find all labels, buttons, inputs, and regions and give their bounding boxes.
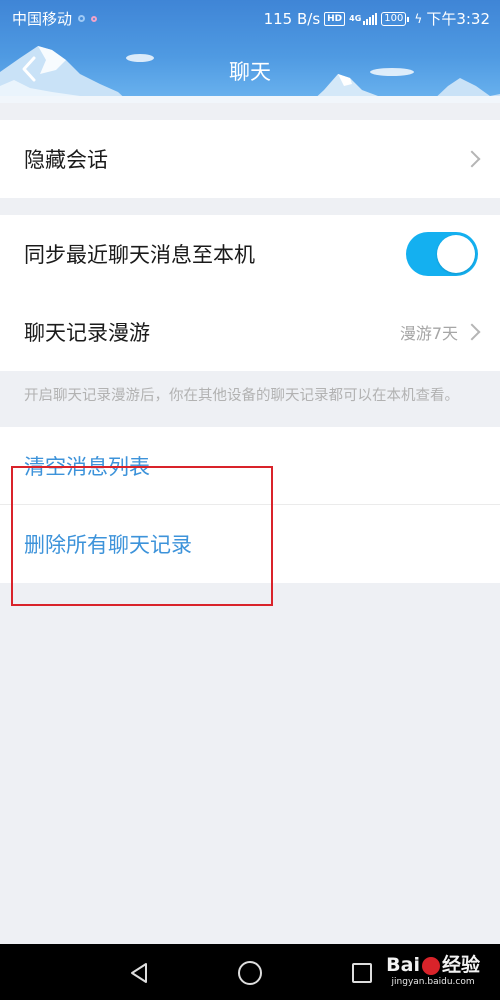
watermark-brand-right: 经验 bbox=[441, 954, 480, 976]
network-type-label: 4G bbox=[349, 14, 362, 23]
status-left: 中国移动 bbox=[12, 8, 98, 29]
chevron-right-icon bbox=[463, 150, 481, 168]
carrier-label: 中国移动 bbox=[12, 10, 73, 28]
notification-dot-icon bbox=[91, 15, 98, 22]
delete-all-chats-label: 删除所有聊天记录 bbox=[24, 533, 192, 557]
hide-chat-group: 隐藏会话 bbox=[0, 120, 500, 198]
watermark-url: jingyan.baidu.com bbox=[391, 977, 475, 987]
network-speed: 115 B/s bbox=[263, 9, 321, 28]
roaming-label: 聊天记录漫游 bbox=[24, 321, 150, 345]
settings-content: 隐藏会话 同步最近聊天消息至本机 聊天记录漫游 漫游7天 开启聊天记录漫游后，你… bbox=[0, 103, 500, 583]
clear-group: 清空消息列表 删除所有聊天记录 bbox=[0, 427, 500, 583]
app-header: 中国移动 115 B/s HD 4G 100 ϟ 下午3:32 聊天 bbox=[0, 0, 500, 103]
roaming-row[interactable]: 聊天记录漫游 漫游7天 bbox=[0, 293, 500, 371]
status-bar: 中国移动 115 B/s HD 4G 100 ϟ 下午3:32 bbox=[0, 0, 500, 34]
clear-message-list-label: 清空消息列表 bbox=[24, 455, 150, 479]
toggle-knob bbox=[437, 235, 475, 273]
clear-message-list-button[interactable]: 清空消息列表 bbox=[0, 427, 500, 505]
delete-all-chats-button[interactable]: 删除所有聊天记录 bbox=[0, 505, 500, 583]
hd-badge: HD bbox=[324, 11, 346, 26]
watermark-brand-left: Bai bbox=[386, 954, 420, 976]
recent-square-icon[interactable] bbox=[352, 963, 372, 983]
baidu-jingyan-watermark: Bai 经验 jingyan.baidu.com bbox=[386, 954, 480, 988]
hide-chat-label: 隐藏会话 bbox=[24, 148, 108, 172]
roaming-value: 漫游7天 bbox=[399, 324, 458, 343]
home-circle-icon[interactable] bbox=[238, 961, 262, 985]
sync-label: 同步最近聊天消息至本机 bbox=[24, 243, 255, 267]
sync-group: 同步最近聊天消息至本机 聊天记录漫游 漫游7天 bbox=[0, 215, 500, 371]
notification-dot-icon bbox=[78, 15, 86, 22]
back-triangle-icon[interactable] bbox=[128, 962, 150, 984]
roaming-hint: 开启聊天记录漫游后，你在其他设备的聊天记录都可以在本机查看。 bbox=[24, 388, 459, 404]
baidu-paw-icon bbox=[421, 957, 440, 975]
sync-row[interactable]: 同步最近聊天消息至本机 bbox=[0, 215, 500, 293]
sync-toggle[interactable] bbox=[406, 232, 478, 276]
status-right: 115 B/s HD 4G 100 ϟ 下午3:32 bbox=[264, 8, 490, 29]
clock-time: 下午3:32 bbox=[426, 10, 490, 28]
charging-bolt-icon: ϟ bbox=[414, 11, 423, 26]
hide-chat-row[interactable]: 隐藏会话 bbox=[0, 120, 500, 198]
battery-level: 100 bbox=[384, 12, 404, 24]
signal-icon bbox=[363, 12, 378, 25]
page-title: 聊天 bbox=[229, 60, 271, 84]
battery-icon: 100 bbox=[381, 11, 410, 26]
watermark-brand: Bai 经验 bbox=[386, 954, 480, 976]
chevron-right-icon bbox=[463, 323, 481, 341]
